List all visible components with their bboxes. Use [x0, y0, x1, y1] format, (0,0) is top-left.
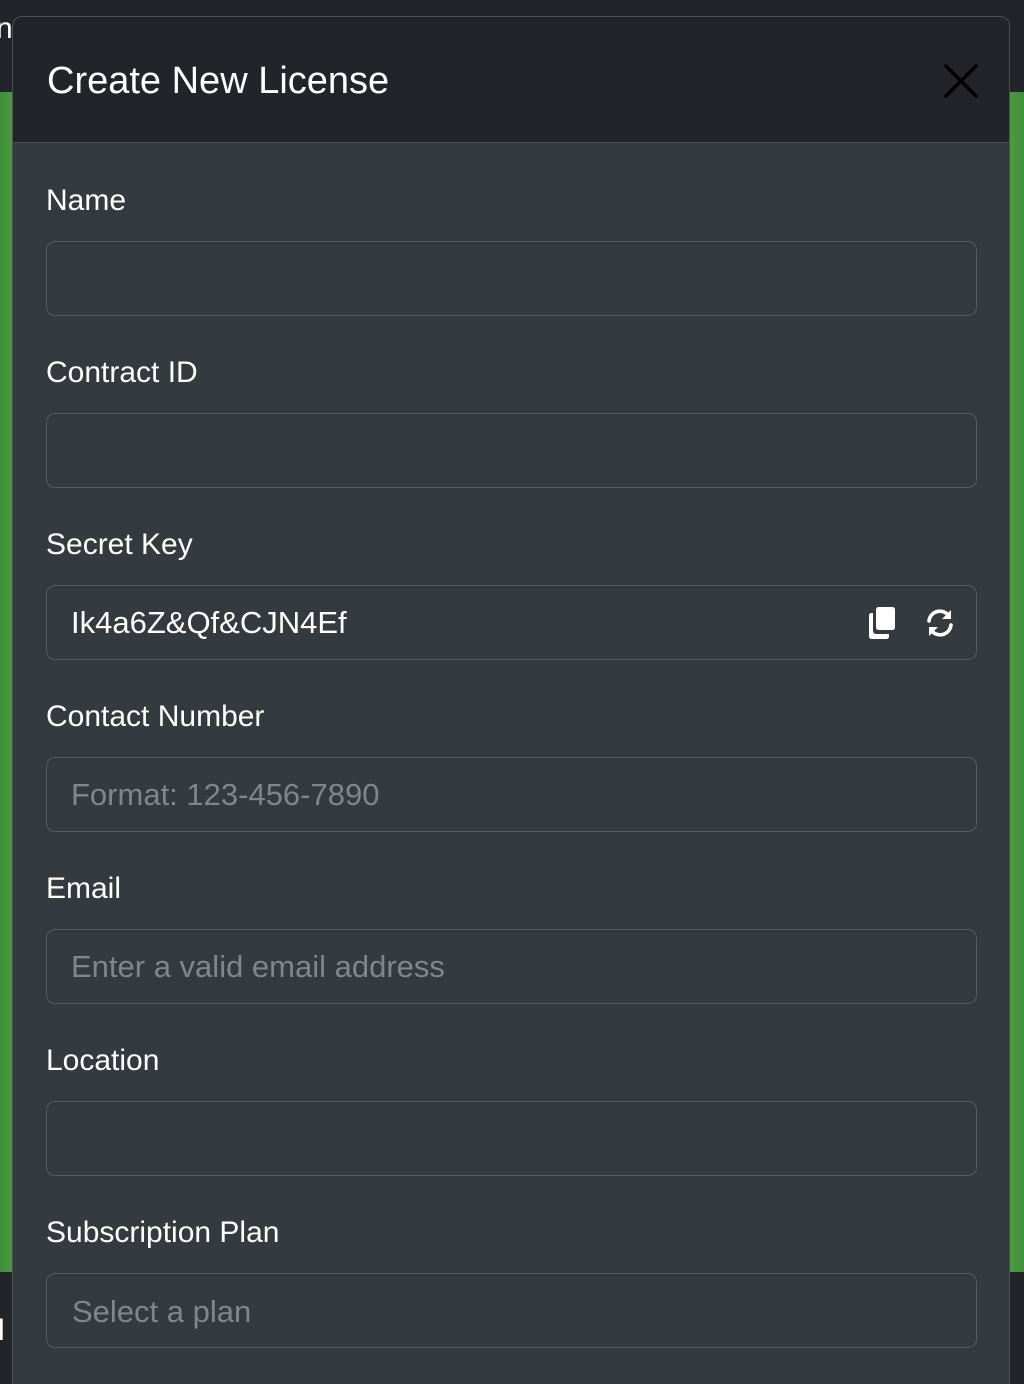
subscription-plan-label: Subscription Plan — [46, 1216, 280, 1249]
modal-title: Create New License — [47, 60, 390, 102]
background-text-fragment: l — [0, 1314, 5, 1347]
name-group: Name — [46, 183, 977, 316]
copy-key-button[interactable] — [864, 605, 900, 641]
secret-key-actions — [864, 586, 958, 659]
regenerate-key-button[interactable] — [922, 605, 958, 641]
email-group: Email — [46, 871, 977, 1004]
location-input[interactable] — [47, 1102, 976, 1175]
secret-key-group: Secret Key — [46, 527, 977, 660]
contract-id-label: Contract ID — [46, 356, 198, 389]
name-field-box — [46, 241, 977, 316]
subscription-plan-selected-value: Select a plan — [72, 1294, 252, 1329]
contact-number-input[interactable] — [47, 758, 976, 831]
email-label: Email — [46, 872, 122, 905]
location-label: Location — [46, 1044, 160, 1077]
secret-key-label: Secret Key — [46, 528, 193, 561]
modal-body: Name Contract ID Secret Key Ik4a6Z&Qf&CJ… — [13, 183, 1009, 1348]
refresh-icon — [927, 608, 953, 637]
contract-id-field-box — [46, 413, 977, 488]
subscription-plan-select[interactable]: Select a plan — [46, 1273, 977, 1348]
location-group: Location — [46, 1043, 977, 1176]
secret-key-input[interactable] — [47, 586, 976, 659]
close-icon — [944, 64, 978, 98]
contact-number-label: Contact Number — [46, 700, 265, 733]
create-license-modal: Create New License Name Contract ID Secr… — [12, 16, 1010, 1384]
contract-id-group: Contract ID — [46, 355, 977, 488]
contact-number-field-box — [46, 757, 977, 832]
background-text-fragment: n — [0, 12, 13, 45]
name-input[interactable] — [47, 242, 976, 315]
close-button[interactable] — [943, 63, 979, 99]
location-field-box — [46, 1101, 977, 1176]
contract-id-input[interactable] — [47, 414, 976, 487]
email-field-box — [46, 929, 977, 1004]
secret-key-field-box — [46, 585, 977, 660]
name-label: Name — [46, 184, 127, 217]
copy-icon — [869, 606, 895, 639]
modal-header: Create New License — [13, 17, 1009, 143]
email-input[interactable] — [47, 930, 976, 1003]
subscription-plan-group: Subscription Plan Select a plan — [46, 1215, 977, 1348]
contact-number-group: Contact Number — [46, 699, 977, 832]
